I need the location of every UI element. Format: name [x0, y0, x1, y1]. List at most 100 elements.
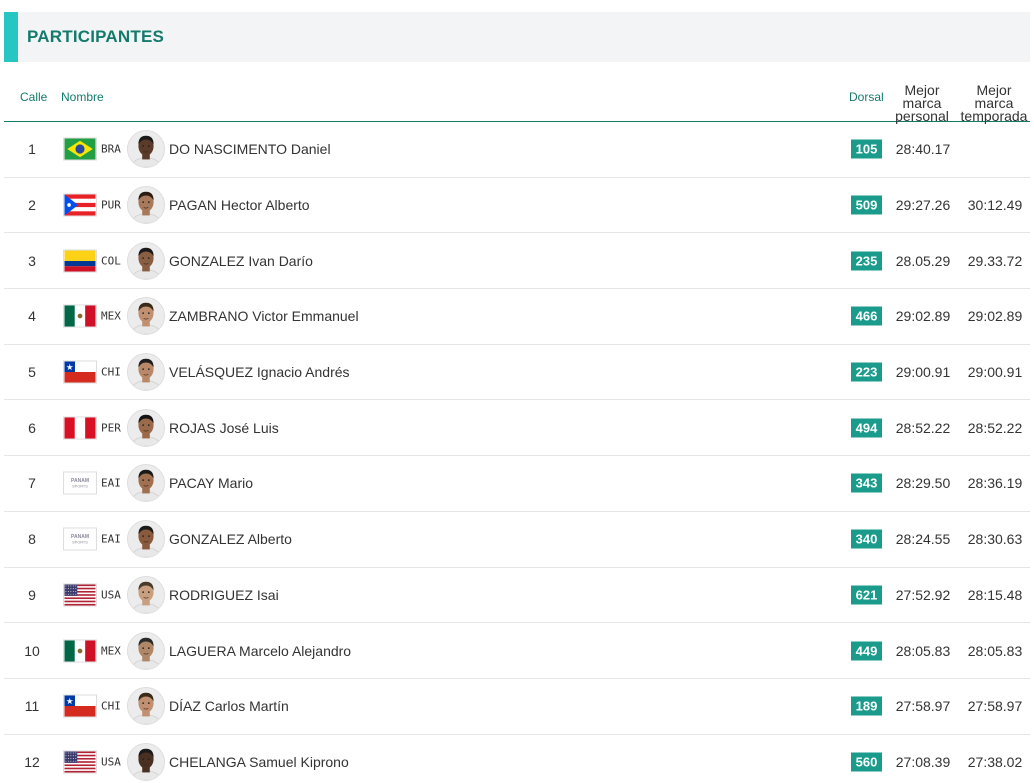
- column-header-name[interactable]: Nombre: [61, 91, 104, 104]
- athlete-photo[interactable]: [127, 130, 165, 169]
- athlete-name-link[interactable]: GONZALEZ Alberto: [169, 531, 292, 547]
- table-row[interactable]: 4 MEX ZAMBRANO Victor Emmanuel 466 29:02.89 2…: [4, 289, 1030, 345]
- section-header: PARTICIPANTES: [4, 12, 1030, 62]
- bib-badge: 509: [851, 195, 882, 215]
- athlete-photo[interactable]: [127, 520, 165, 559]
- season-best: 28:30.63: [967, 531, 1023, 548]
- table-row[interactable]: 3 COL GONZALEZ Ivan Darío 235 28.05.29 29.33.…: [4, 233, 1030, 290]
- country-code: CHI: [101, 365, 121, 379]
- personal-best: 28:40.17: [895, 141, 951, 158]
- season-best: 30:12.49: [967, 197, 1023, 214]
- country-flag-icon: [63, 137, 97, 161]
- athlete-list: 1 BRA DO NASCIMENTO Daniel 105 28:40.17 2 PUR P…: [4, 122, 1030, 783]
- country-flag-icon: [63, 416, 97, 440]
- personal-best: 29:27.26: [895, 197, 951, 214]
- personal-best: 27:08.39: [895, 754, 951, 771]
- athlete-photo[interactable]: [127, 631, 165, 670]
- athlete-photo[interactable]: [127, 186, 165, 225]
- personal-best: 28:52.22: [895, 419, 951, 436]
- season-best: 28:52.22: [967, 419, 1023, 436]
- country-flag-icon: [63, 583, 97, 607]
- athlete-photo[interactable]: [127, 353, 165, 392]
- bib-badge: 189: [851, 696, 882, 716]
- personal-best: 28:05.83: [895, 642, 951, 659]
- table-row[interactable]: 8 PANAM SPORTS EAI GONZALEZ Alberto 340 28:24.…: [4, 512, 1030, 568]
- column-header-season-best[interactable]: Mejor marca temporada: [959, 83, 1029, 123]
- svg-text:SPORTS: SPORTS: [72, 541, 88, 545]
- season-best: 29:02.89: [967, 308, 1023, 325]
- bib-badge: 560: [851, 752, 882, 772]
- athlete-photo[interactable]: [127, 575, 165, 614]
- season-best: 27:38.02: [967, 754, 1023, 771]
- athlete-name-link[interactable]: PACAY Mario: [169, 475, 253, 491]
- section-accent-bar: [4, 12, 18, 62]
- athlete-photo[interactable]: [127, 297, 165, 336]
- table-row[interactable]: 1 BRA DO NASCIMENTO Daniel 105 28:40.17: [4, 122, 1030, 178]
- table-row[interactable]: 5 CHI VELÁSQUEZ Ignacio Andrés 223 29:00.91 2…: [4, 345, 1030, 401]
- section-title: PARTICIPANTES: [27, 27, 165, 46]
- season-best: 28:15.48: [967, 586, 1023, 603]
- athlete-name-link[interactable]: RODRIGUEZ Isai: [169, 587, 279, 603]
- lane-number: 9: [28, 586, 36, 603]
- table-row[interactable]: 7 PANAM SPORTS EAI PACAY Mario 343 28:29.50 28:…: [4, 456, 1030, 512]
- country-code: PUR: [101, 198, 121, 212]
- table-row[interactable]: 6 PER ROJAS José Luis 494 28:52.22 28:52.22: [4, 400, 1030, 457]
- country-code: CHI: [101, 699, 121, 713]
- svg-text:PANAM: PANAM: [71, 534, 89, 540]
- country-code: MEX: [101, 309, 121, 323]
- athlete-name-link[interactable]: CHELANGA Samuel Kiprono: [169, 754, 349, 770]
- lane-number: 5: [28, 364, 36, 381]
- bib-badge: 449: [851, 641, 882, 661]
- country-code: USA: [101, 588, 121, 602]
- table-row[interactable]: 9 USA RODRIGUEZ Isai 621 27:52.92 28:15.48: [4, 568, 1030, 624]
- season-best: 27:58.97: [967, 698, 1023, 715]
- bib-badge: 494: [851, 418, 882, 438]
- svg-text:SPORTS: SPORTS: [72, 485, 88, 489]
- athlete-name-link[interactable]: ZAMBRANO Victor Emmanuel: [169, 308, 359, 324]
- athlete-name-link[interactable]: LAGUERA Marcelo Alejandro: [169, 643, 351, 659]
- country-flag-icon: [63, 360, 97, 384]
- table-row[interactable]: 11 CHI DÍAZ Carlos Martín 189 27:58.97 27:58.…: [4, 679, 1030, 735]
- athlete-photo[interactable]: [127, 464, 165, 503]
- season-best: 29:00.91: [967, 364, 1023, 381]
- personal-best: 29:02.89: [895, 308, 951, 325]
- lane-number: 2: [28, 197, 36, 214]
- athlete-name-link[interactable]: PAGAN Hector Alberto: [169, 197, 310, 213]
- season-best: 29.33.72: [967, 252, 1023, 269]
- table-row[interactable]: 2 PUR PAGAN Hector Alberto 509 29:27.26 30:12…: [4, 178, 1030, 234]
- athlete-photo[interactable]: [127, 743, 165, 782]
- bib-badge: 340: [851, 529, 882, 549]
- athlete-name-link[interactable]: ROJAS José Luis: [169, 420, 279, 436]
- lane-number: 3: [28, 252, 36, 269]
- column-header-personal-best[interactable]: Mejor marca personal: [887, 83, 957, 123]
- country-flag-icon: [63, 639, 97, 663]
- lane-number: 4: [28, 308, 36, 325]
- athlete-name-link[interactable]: GONZALEZ Ivan Darío: [169, 253, 313, 269]
- athlete-name-link[interactable]: DO NASCIMENTO Daniel: [169, 141, 331, 157]
- column-header-lane[interactable]: Calle: [20, 91, 47, 104]
- country-flag-icon: [63, 193, 97, 217]
- country-code: EAI: [101, 532, 121, 546]
- season-best: 28:36.19: [967, 475, 1023, 492]
- athlete-photo[interactable]: [127, 408, 165, 447]
- athlete-photo[interactable]: [127, 241, 165, 280]
- personal-best: 28.05.29: [895, 252, 951, 269]
- athlete-name-link[interactable]: DÍAZ Carlos Martín: [169, 698, 289, 714]
- table-row[interactable]: 12 USA CHELANGA Samuel Kiprono 560 27:08.39 2…: [4, 735, 1030, 783]
- country-flag-icon: [63, 694, 97, 718]
- personal-best: 27:58.97: [895, 698, 951, 715]
- athlete-photo[interactable]: [127, 687, 165, 726]
- bib-badge: 105: [851, 139, 882, 159]
- athlete-name-link[interactable]: VELÁSQUEZ Ignacio Andrés: [169, 364, 350, 380]
- column-header-bib[interactable]: Dorsal: [849, 91, 884, 104]
- country-code: COL: [101, 254, 121, 268]
- table-header: Calle Nombre Dorsal Mejor marca personal…: [4, 80, 1030, 123]
- lane-number: 8: [28, 531, 36, 548]
- personal-best: 28:24.55: [895, 531, 951, 548]
- table-row[interactable]: 10 MEX LAGUERA Marcelo Alejandro 449 28:05.8…: [4, 623, 1030, 679]
- country-code: MEX: [101, 644, 121, 658]
- bib-badge: 235: [851, 251, 882, 271]
- country-flag-icon: PANAM SPORTS: [63, 527, 97, 551]
- bib-badge: 343: [851, 473, 882, 493]
- country-flag-icon: [63, 750, 97, 774]
